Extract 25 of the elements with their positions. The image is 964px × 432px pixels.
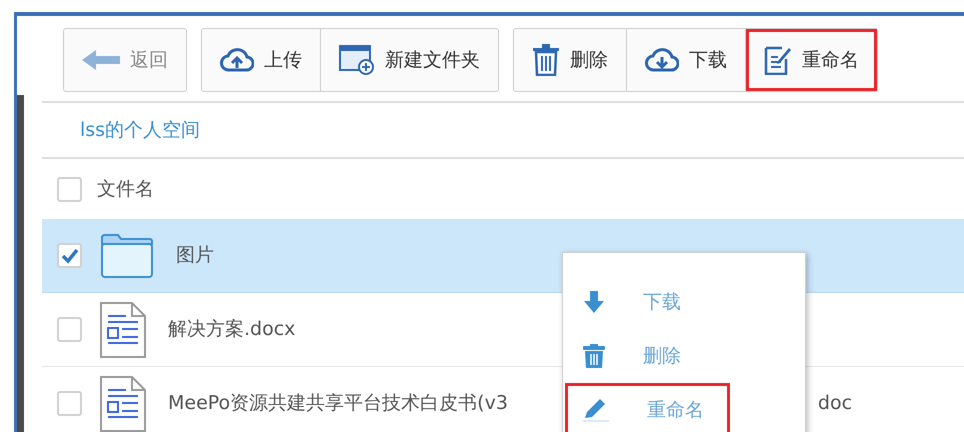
checkbox[interactable] — [57, 391, 82, 416]
checkbox[interactable] — [57, 243, 82, 268]
document-icon — [100, 376, 146, 432]
rename-button[interactable]: 重命名 — [746, 29, 877, 91]
document-icon — [100, 302, 146, 358]
folder-icon — [100, 234, 154, 278]
edit-document-icon — [764, 45, 792, 75]
download-button[interactable]: 下载 — [627, 29, 746, 91]
new-folder-button[interactable]: 新建文件夹 — [321, 29, 498, 91]
trash-icon — [583, 344, 605, 368]
file-name: 解决方案.docx — [168, 317, 296, 342]
column-header: 文件名 — [97, 176, 154, 202]
file-name: 图片 — [176, 243, 214, 268]
file-name: MeePo资源共建共享平台技术白皮书(v3 — [168, 391, 508, 416]
down-arrow-icon — [583, 291, 605, 313]
checkbox[interactable] — [57, 317, 82, 342]
pencil-icon — [583, 398, 609, 422]
upload-button[interactable]: 上传 — [202, 29, 321, 91]
left-arrow-icon — [82, 50, 120, 70]
cloud-download-icon — [645, 48, 679, 72]
file-name: doc — [818, 391, 852, 416]
delete-button[interactable]: 删除 — [514, 29, 627, 91]
checkbox[interactable] — [57, 176, 82, 202]
trash-icon — [532, 44, 560, 76]
cloud-upload-icon — [220, 48, 254, 72]
